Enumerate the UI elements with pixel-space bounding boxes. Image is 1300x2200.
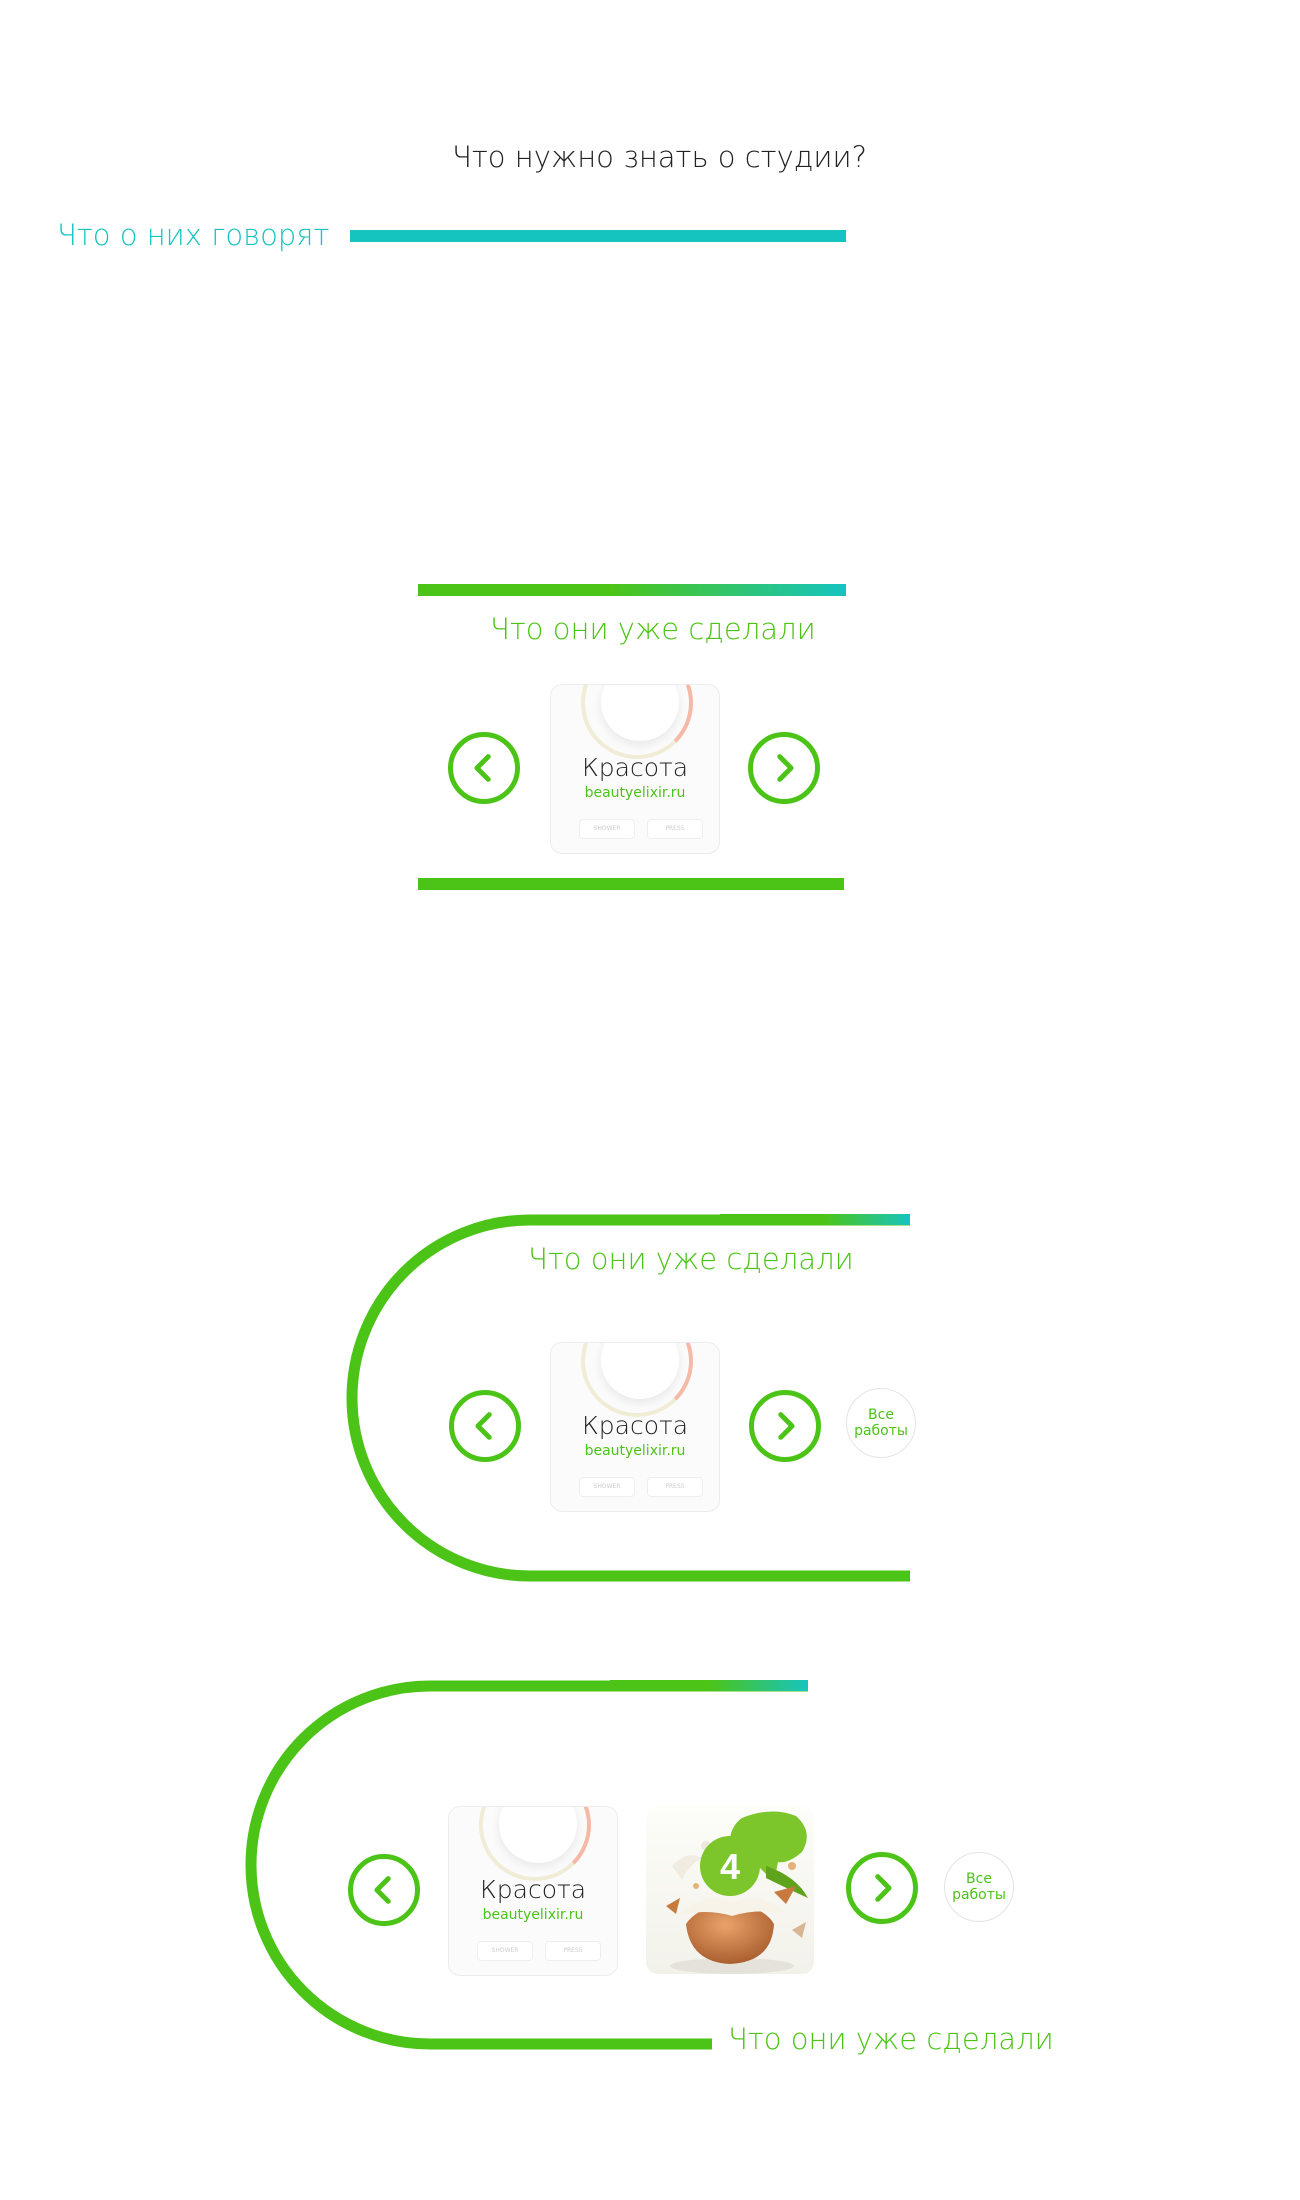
variant2-prev-button[interactable] — [449, 1390, 521, 1462]
variant3-next-button[interactable] — [846, 1852, 918, 1924]
variant3-heading: Что они уже сделали — [728, 2022, 1054, 2056]
variant3-egg-card[interactable]: 4 — [646, 1806, 814, 1974]
variant1-prev-button[interactable] — [448, 732, 520, 804]
chevron-left-icon — [474, 754, 491, 782]
variant1-top-bar — [418, 584, 846, 596]
card-pill-right: PRESS — [647, 1477, 703, 1497]
variant2-heading: Что они уже сделали — [528, 1242, 854, 1276]
reviews-link[interactable]: Что о них говорят — [57, 218, 329, 252]
card-url: beautyelixir.ru — [584, 1443, 686, 1459]
card-url: beautyelixir.ru — [584, 785, 686, 801]
variant1-portfolio-card[interactable]: Красота beautyelixir.ru SHOWER PRESS — [550, 684, 720, 854]
card-title: Красота — [479, 1875, 587, 1904]
egg-badge-number: 4 — [719, 1846, 741, 1887]
egg-illustration — [666, 1811, 808, 1974]
card-title: Красота — [581, 1411, 689, 1440]
page-title: Что нужно знать о студии? — [452, 140, 867, 174]
chevron-right-icon — [875, 1874, 892, 1902]
card-pill-right: PRESS — [647, 819, 703, 839]
chevron-right-icon — [777, 754, 794, 782]
card-url: beautyelixir.ru — [482, 1907, 584, 1923]
variant1-bottom-bar — [418, 878, 844, 890]
variant1-heading: Что они уже сделали — [490, 612, 816, 646]
variant3-all-works-button[interactable]: Все работы — [944, 1852, 1014, 1922]
reviews-divider — [350, 230, 846, 242]
variant2-all-works-button[interactable]: Все работы — [846, 1388, 916, 1458]
variant3-prev-button[interactable] — [348, 1854, 420, 1926]
card-pill-right: PRESS — [545, 1941, 601, 1961]
chevron-left-icon — [374, 1876, 391, 1904]
card-pill-left: SHOWER — [579, 819, 635, 839]
variant2-portfolio-card[interactable]: Красота beautyelixir.ru SHOWER PRESS — [550, 1342, 720, 1512]
chevron-left-icon — [475, 1412, 492, 1440]
card-pill-left: SHOWER — [477, 1941, 533, 1961]
variant2-next-button[interactable] — [749, 1390, 821, 1462]
card-pill-left: SHOWER — [579, 1477, 635, 1497]
variant1-next-button[interactable] — [748, 732, 820, 804]
chevron-right-icon — [778, 1412, 795, 1440]
card-title: Красота — [581, 753, 689, 782]
variant3-portfolio-card[interactable]: Красота beautyelixir.ru SHOWER PRESS — [448, 1806, 618, 1976]
